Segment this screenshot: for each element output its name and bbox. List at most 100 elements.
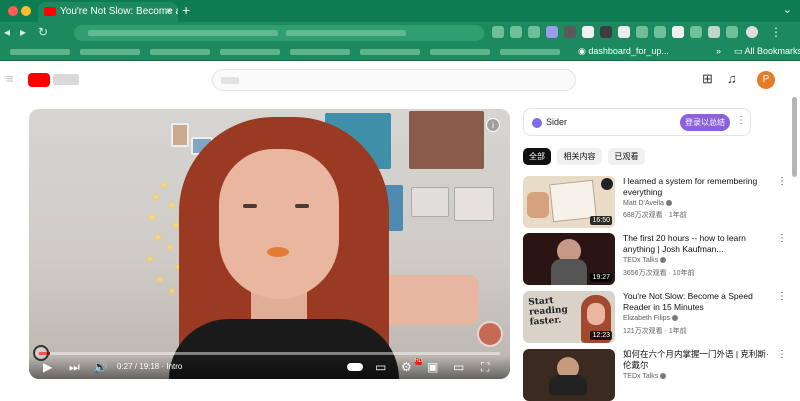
chip-related[interactable]: 相关内容 (557, 148, 602, 165)
tab-search-icon[interactable]: ⌄ (783, 3, 792, 16)
theater-icon[interactable]: ▭ (453, 360, 464, 374)
presenter-lips (267, 247, 289, 257)
channel-name[interactable]: TEDx Talks (623, 257, 667, 264)
channel-name[interactable]: Elizabeth Filips (623, 315, 679, 322)
video-thumbnail[interactable] (523, 349, 615, 401)
bookmark-redacted[interactable] (220, 49, 280, 55)
url-redacted (88, 30, 278, 36)
bookmark-redacted[interactable] (80, 49, 140, 55)
extension-icon[interactable] (654, 26, 666, 38)
bookmark-redacted[interactable] (150, 49, 210, 55)
bookmark-redacted[interactable] (10, 49, 70, 55)
channel-name[interactable]: Matt D'Avella (623, 200, 672, 207)
play-icon[interactable]: ▶ (43, 360, 52, 374)
fullscreen-icon[interactable]: ⛶ (481, 360, 489, 375)
extension-icon[interactable] (510, 26, 522, 38)
bookmark-dashboard[interactable]: ◉ dashboard_for_up... (578, 46, 669, 57)
extension-icon[interactable] (636, 26, 648, 38)
new-tab-button[interactable]: + (182, 2, 190, 18)
tab-youtube[interactable]: You're Not Slow: Become a Sp × (38, 2, 178, 22)
extension-icon[interactable] (564, 26, 576, 38)
sidepanel-icon[interactable] (726, 26, 738, 38)
minimize-window-button[interactable] (21, 6, 31, 16)
settings-icon[interactable]: ⚙ (401, 360, 412, 374)
video-thumbnail[interactable]: 16:50 (523, 176, 615, 228)
sider-login-button[interactable]: 登录以总结 (680, 114, 730, 131)
list-item[interactable]: 16:50 I learned a system for remembering… (523, 176, 793, 230)
speaker-image (551, 259, 587, 285)
extension-icon[interactable] (492, 26, 504, 38)
sider-more-icon[interactable]: ⋮ (736, 115, 746, 126)
youtube-header: ≡ ⊞ ♫ P (0, 61, 800, 97)
more-icon[interactable]: ⋮ (777, 233, 787, 244)
extension-icon[interactable] (618, 26, 630, 38)
video-thumbnail[interactable]: 19:27 (523, 233, 615, 285)
chrome-menu-icon[interactable]: ⋮ (770, 25, 782, 39)
list-item[interactable]: Start reading faster. 12:23 You're Not S… (523, 291, 793, 345)
bookmark-redacted[interactable] (500, 49, 560, 55)
list-item[interactable]: 19:27 The first 20 hours -- how to learn… (523, 233, 793, 287)
next-icon[interactable]: ⏭ (69, 360, 80, 375)
subtitles-icon[interactable]: ▭ (375, 360, 386, 374)
bookmarks-overflow-icon[interactable]: » (716, 46, 721, 56)
chip-all[interactable]: 全部 (523, 148, 551, 165)
autoplay-toggle[interactable] (347, 363, 363, 371)
video-meta: 688万次观看 · 1年前 (623, 212, 687, 219)
channel-name[interactable]: TEDx Talks (623, 373, 667, 380)
address-bar[interactable] (74, 25, 484, 41)
browser-toolbar: ◂ ▸ ↻ ⋮ (0, 22, 800, 44)
search-redacted (221, 77, 239, 84)
youtube-wordmark[interactable] (53, 74, 79, 85)
video-title[interactable]: I learned a system for remembering every… (623, 176, 773, 198)
avatar[interactable]: P (757, 71, 775, 89)
puzzle-icon[interactable] (708, 26, 720, 38)
video-title[interactable]: You're Not Slow: Become a Speed Reader i… (623, 291, 773, 313)
extension-icon[interactable] (582, 26, 594, 38)
extension-icon[interactable] (600, 26, 612, 38)
more-icon[interactable]: ⋮ (777, 291, 787, 302)
tab-close-icon[interactable]: × (166, 2, 172, 22)
presenter-image (587, 303, 605, 325)
bookmark-redacted[interactable] (290, 49, 350, 55)
all-bookmarks-button[interactable]: ▭ All Bookmarks (734, 46, 800, 57)
video-thumbnail[interactable]: Start reading faster. 12:23 (523, 291, 615, 343)
channel-watermark[interactable] (477, 321, 503, 347)
bookmark-redacted[interactable] (430, 49, 490, 55)
reload-icon[interactable]: ↻ (38, 25, 48, 39)
extension-icon[interactable] (672, 26, 684, 38)
forward-icon[interactable]: ▸ (20, 25, 26, 39)
more-icon[interactable]: ⋮ (777, 349, 787, 360)
list-item[interactable]: 如何在六个月内掌握一门外语 | 克利斯·伦戴尔 TEDx Talks ⋮ (523, 349, 793, 401)
extension-icon[interactable] (546, 26, 558, 38)
bookmark-redacted[interactable] (360, 49, 420, 55)
video-title[interactable]: The first 20 hours -- how to learn anyth… (623, 233, 773, 255)
menu-icon[interactable]: ≡ (6, 71, 14, 86)
page-scrollbar[interactable] (792, 97, 797, 177)
hd-badge: HD (415, 358, 423, 365)
info-icon[interactable]: i (486, 118, 500, 132)
thumbnail-text: Start reading faster. (528, 295, 569, 328)
chip-watched[interactable]: 已观看 (608, 148, 645, 165)
back-icon[interactable]: ◂ (4, 25, 10, 39)
progress-bar[interactable] (39, 352, 500, 355)
speaker-image (549, 375, 587, 395)
extension-icon[interactable] (690, 26, 702, 38)
camera-image (601, 178, 613, 190)
profile-icon[interactable] (746, 26, 758, 38)
duration-badge: 16:50 (590, 216, 612, 225)
bell-icon[interactable]: ♫ (727, 71, 737, 86)
youtube-logo[interactable] (28, 73, 50, 87)
video-player[interactable]: i ▶ ⏭ 🔊 0:27 / 19:18 · Intro ▭ ⚙ HD ▣ ▭ … (29, 109, 510, 379)
create-icon[interactable]: ⊞ (702, 71, 713, 87)
more-icon[interactable]: ⋮ (777, 176, 787, 187)
video-title[interactable]: 如何在六个月内掌握一门外语 | 克利斯·伦戴尔 (623, 349, 773, 371)
search-input[interactable] (212, 69, 576, 91)
pink-chair (379, 275, 479, 325)
verified-icon (665, 200, 672, 207)
verified-icon (660, 373, 667, 380)
volume-icon[interactable]: 🔊 (93, 360, 108, 374)
close-window-button[interactable] (8, 6, 18, 16)
miniplayer-icon[interactable]: ▣ (427, 360, 438, 374)
extension-icon[interactable] (528, 26, 540, 38)
video-meta: 3656万次观看 · 10年前 (623, 270, 695, 277)
